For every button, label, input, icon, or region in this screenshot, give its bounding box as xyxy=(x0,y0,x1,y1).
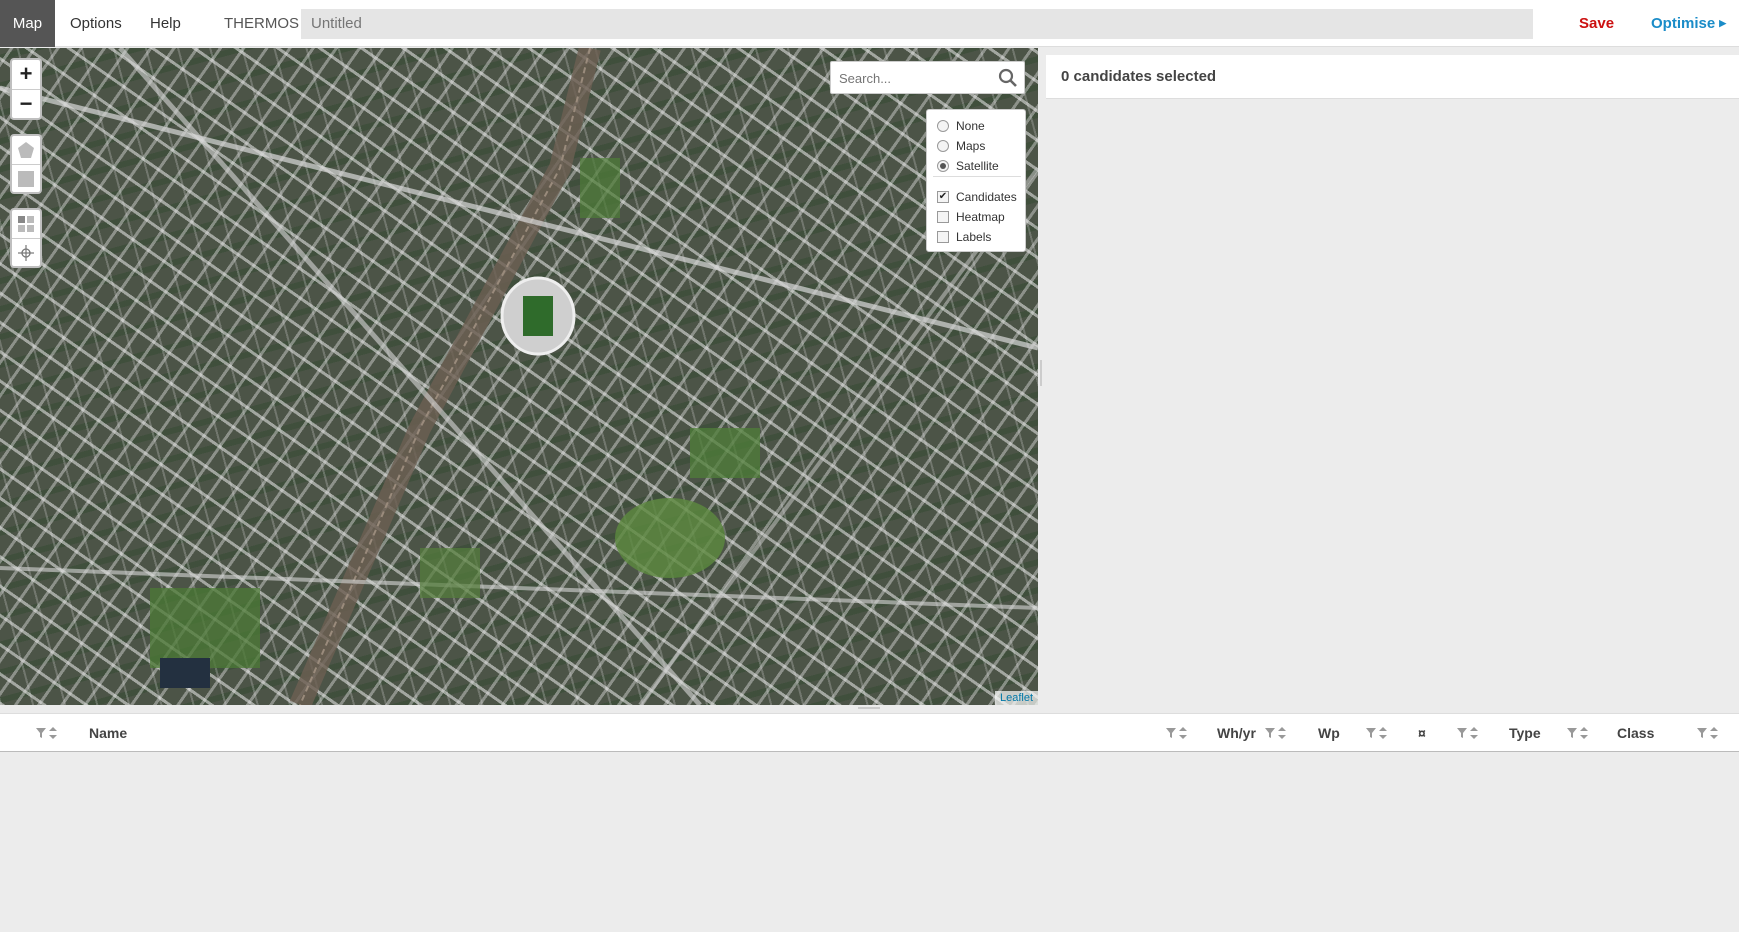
tab-map[interactable]: Map xyxy=(0,0,55,47)
filter-icon[interactable] xyxy=(1567,728,1577,738)
column-wp[interactable]: Wp xyxy=(1318,725,1340,741)
grid-icon xyxy=(18,216,34,232)
extra-toolbar xyxy=(10,208,42,268)
project-title-input[interactable] xyxy=(301,9,1533,39)
map-attribution[interactable]: Leaflet xyxy=(994,691,1038,705)
column-name[interactable]: Name xyxy=(89,725,127,741)
filter-icon[interactable] xyxy=(1697,728,1707,738)
checkbox-heatmap[interactable] xyxy=(937,211,949,223)
overlay-heatmap[interactable]: Heatmap xyxy=(937,209,1005,225)
sort-icon[interactable] xyxy=(1179,727,1187,739)
search-input[interactable] xyxy=(839,68,989,88)
radio-none[interactable] xyxy=(937,120,949,132)
radio-satellite[interactable] xyxy=(937,160,949,172)
sort-icon[interactable] xyxy=(49,727,57,739)
filter-icon[interactable] xyxy=(1166,728,1176,738)
column-class[interactable]: Class xyxy=(1617,725,1654,741)
radio-maps[interactable] xyxy=(937,140,949,152)
table-resize-handle[interactable] xyxy=(858,707,880,709)
layer-control: None Maps Satellite ✔ Candidates Heatmap … xyxy=(926,109,1026,252)
pane-resize-handle[interactable] xyxy=(1040,360,1042,386)
name-column-controls[interactable] xyxy=(1166,727,1187,739)
overlay-labels[interactable]: Labels xyxy=(937,229,991,245)
basemap-none[interactable]: None xyxy=(937,118,985,134)
draw-polygon-button[interactable] xyxy=(12,136,40,164)
zoom-in-button[interactable]: + xyxy=(12,60,40,89)
wh-yr-column-controls[interactable] xyxy=(1265,727,1286,739)
checkbox-labels[interactable] xyxy=(937,231,949,243)
sort-icon[interactable] xyxy=(1278,727,1286,739)
cost-column-controls[interactable] xyxy=(1457,727,1478,739)
sort-icon[interactable] xyxy=(1710,727,1718,739)
filter-icon[interactable] xyxy=(1366,728,1376,738)
sort-icon[interactable] xyxy=(1379,727,1387,739)
column-type[interactable]: Type xyxy=(1509,725,1541,741)
selection-panel: 0 candidates selected xyxy=(1046,55,1739,99)
grid-button[interactable] xyxy=(12,210,40,238)
optimise-label: Optimise xyxy=(1651,15,1716,32)
draw-toolbar xyxy=(10,134,42,194)
optimise-button[interactable]: Optimise ▶ xyxy=(1651,0,1726,47)
locate-button[interactable] xyxy=(12,238,40,266)
select-column-controls[interactable] xyxy=(36,727,57,739)
map-search xyxy=(830,61,1025,94)
tab-options[interactable]: Options xyxy=(70,0,122,47)
crosshair-icon xyxy=(18,244,34,261)
column-wh-yr[interactable]: Wh/yr xyxy=(1217,725,1256,741)
satellite-imagery xyxy=(0,48,1038,705)
type-column-controls[interactable] xyxy=(1567,727,1588,739)
candidates-table-header: Name Wh/yr Wp ¤ Type Class xyxy=(0,713,1739,752)
tab-help[interactable]: Help xyxy=(150,0,181,47)
layer-divider xyxy=(933,176,1021,177)
selection-summary: 0 candidates selected xyxy=(1061,68,1217,85)
zoom-control: + − xyxy=(10,58,42,120)
sort-icon[interactable] xyxy=(1470,727,1478,739)
filter-icon[interactable] xyxy=(1265,728,1275,738)
caret-right-icon: ▶ xyxy=(1719,18,1727,28)
checkbox-candidates[interactable]: ✔ xyxy=(937,191,949,203)
top-bar: Map Options Help THERMOS Save Optimise▶ xyxy=(0,0,1739,47)
filter-icon[interactable] xyxy=(36,728,46,738)
rectangle-icon xyxy=(18,170,34,187)
basemap-satellite[interactable]: Satellite xyxy=(937,158,999,174)
polygon-icon xyxy=(18,142,34,158)
filter-icon[interactable] xyxy=(1457,728,1467,738)
app-name: THERMOS xyxy=(224,15,299,32)
column-cost[interactable]: ¤ xyxy=(1418,725,1426,741)
draw-rectangle-button[interactable] xyxy=(12,164,40,192)
sort-icon[interactable] xyxy=(1580,727,1588,739)
save-button[interactable]: Save xyxy=(1579,0,1614,47)
map-view[interactable]: + − None xyxy=(0,48,1038,705)
search-icon[interactable] xyxy=(998,68,1018,93)
class-column-controls[interactable] xyxy=(1697,727,1718,739)
overlay-candidates[interactable]: ✔ Candidates xyxy=(937,189,1017,205)
zoom-out-button[interactable]: − xyxy=(12,89,40,118)
basemap-maps[interactable]: Maps xyxy=(937,138,985,154)
wp-column-controls[interactable] xyxy=(1366,727,1387,739)
